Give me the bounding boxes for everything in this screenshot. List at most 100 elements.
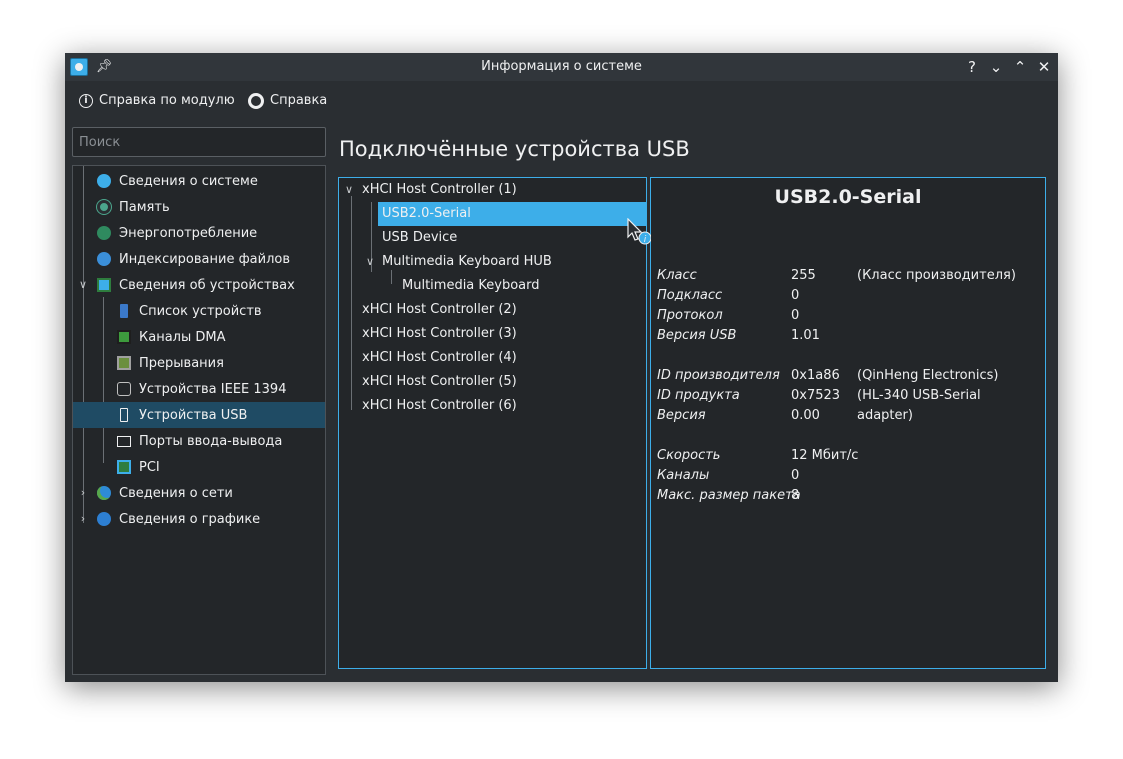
sidebar-item-label: Сведения об устройствах <box>119 277 295 293</box>
dma-icon <box>117 330 131 344</box>
sidebar-item-io-ports[interactable]: Порты ввода-вывода <box>73 428 325 454</box>
usb-icon <box>120 408 128 422</box>
detail-desc: (QinHeng Electronics) <box>857 368 999 383</box>
detail-row-class: Класс 255 (Класс производителя) <box>657 266 1037 286</box>
sidebar-item-file-indexing[interactable]: Индексирование файлов <box>73 246 325 272</box>
help-label: Справка <box>270 93 328 108</box>
sidebar-item-network[interactable]: Сведения о сети <box>73 480 325 506</box>
globe-icon <box>97 486 111 500</box>
detail-value: 12 Мбит/с <box>791 448 859 463</box>
sidebar-item-devices[interactable]: Сведения об устройствах <box>73 272 325 298</box>
pci-icon <box>117 460 131 474</box>
tree-item-keyboard-hub[interactable]: Multimedia Keyboard HUB <box>382 250 552 274</box>
detail-value: 255 <box>791 268 816 283</box>
lifebuoy-icon <box>248 93 264 109</box>
memory-icon <box>97 200 111 214</box>
search-field[interactable] <box>72 127 326 157</box>
sidebar-item-label: Память <box>119 199 170 215</box>
detail-value: 0 <box>791 308 800 323</box>
sidebar-item-label: PCI <box>139 459 160 475</box>
device-details: USB2.0-Serial Класс 255 (Класс производи… <box>650 177 1046 669</box>
detail-row-speed: Скорость 12 Мбит/с <box>657 446 1037 466</box>
sidebar-item-graphics[interactable]: Сведения о графике <box>73 506 325 532</box>
sidebar-item-label: Сведения о системе <box>119 173 258 189</box>
title-bar[interactable]: 📌︎ Информация о системе ? ⌄ ⌃ ✕ <box>65 53 1058 81</box>
detail-key: ID производителя <box>657 368 780 383</box>
sidebar-item-usb[interactable]: Устройства USB <box>73 402 325 428</box>
detail-row-channels: Каналы 0 <box>657 466 1037 486</box>
sidebar-item-label: Каналы DMA <box>139 329 226 345</box>
search-input[interactable] <box>73 128 325 156</box>
detail-value: 0x7523 <box>791 388 841 403</box>
sidebar-item-pci[interactable]: PCI <box>73 454 325 480</box>
chevron-down-icon[interactable]: ∨ <box>343 184 355 196</box>
usb-stick-icon <box>120 304 128 318</box>
usb-device-tree: ∨ xHCI Host Controller (1) USB2.0-Serial… <box>338 177 647 669</box>
tree-item-controller-5[interactable]: xHCI Host Controller (5) <box>362 370 517 394</box>
sidebar-item-device-list[interactable]: Список устройств <box>73 298 325 324</box>
detail-row-subclass: Подкласс 0 <box>657 286 1037 306</box>
detail-key: ID продукта <box>657 388 740 403</box>
detail-row-protocol: Протокол 0 <box>657 306 1037 326</box>
sidebar-item-memory[interactable]: Память <box>73 194 325 220</box>
detail-row-max-packet: Макс. размер пакета 8 <box>657 486 1037 506</box>
detail-row-vendor-id: ID производителя 0x1a86 (QinHeng Electro… <box>657 366 1037 386</box>
sidebar-item-interrupts[interactable]: Прерывания <box>73 350 325 376</box>
tree-guide <box>351 196 352 410</box>
detail-key: Версия <box>657 408 706 423</box>
sidebar-item-label: Список устройств <box>139 303 262 319</box>
module-help-label: Справка по модулю <box>99 93 235 108</box>
detail-value: 0 <box>791 288 800 303</box>
detail-key: Подкласс <box>657 288 723 303</box>
help-button[interactable]: Справка <box>248 91 327 111</box>
window-title: Информация о системе <box>481 59 642 74</box>
sidebar-item-label: Сведения о графике <box>119 511 261 527</box>
detail-key: Версия USB <box>657 328 737 343</box>
tree-item-usb-device[interactable]: USB Device <box>382 226 457 250</box>
toolbar: i Справка по модулю Справка <box>65 81 1058 121</box>
detail-row-product-id: ID продукта 0x7523 (HL-340 USB-Serial ad… <box>657 386 1037 423</box>
system-info-window: 📌︎ Информация о системе ? ⌄ ⌃ ✕ i Справк… <box>65 53 1058 682</box>
info-icon <box>97 174 111 188</box>
sidebar-item-label: Устройства IEEE 1394 <box>139 381 287 397</box>
sidebar-item-label: Устройства USB <box>139 407 248 423</box>
sidebar-item-system[interactable]: Сведения о системе <box>73 168 325 194</box>
sidebar-item-ieee1394[interactable]: Устройства IEEE 1394 <box>73 376 325 402</box>
detail-value: 0.00 <box>791 408 820 423</box>
device-title: USB2.0-Serial <box>774 186 922 208</box>
help-window-button[interactable]: ? <box>962 57 982 77</box>
sidebar-item-label: Сведения о сети <box>119 485 233 501</box>
detail-key: Класс <box>657 268 697 283</box>
tree-item-usb2-serial[interactable]: USB2.0-Serial <box>378 202 647 226</box>
file-index-icon <box>97 252 111 266</box>
tree-item-controller-3[interactable]: xHCI Host Controller (3) <box>362 322 517 346</box>
detail-key: Протокол <box>657 308 723 323</box>
maximize-button[interactable]: ⌃ <box>1010 57 1030 77</box>
devices-icon <box>97 278 111 292</box>
tree-item-multimedia-keyboard[interactable]: Multimedia Keyboard <box>402 274 540 298</box>
minimize-button[interactable]: ⌄ <box>986 57 1006 77</box>
tree-item-controller-6[interactable]: xHCI Host Controller (6) <box>362 394 517 418</box>
detail-value: 0 <box>791 468 800 483</box>
graphics-icon <box>97 512 111 526</box>
sidebar-item-label: Энергопотребление <box>119 225 258 241</box>
detail-value: 8 <box>791 488 800 503</box>
interrupts-icon <box>117 356 131 370</box>
detail-key: Макс. размер пакета <box>657 488 801 503</box>
detail-value: 0x1a86 <box>791 368 840 383</box>
mouse-cursor-icon: i <box>627 218 651 245</box>
tree-item-controller-4[interactable]: xHCI Host Controller (4) <box>362 346 517 370</box>
chevron-down-icon[interactable]: ∨ <box>364 256 376 268</box>
tree-item-controller-2[interactable]: xHCI Host Controller (2) <box>362 298 517 322</box>
detail-key: Каналы <box>657 468 710 483</box>
detail-desc: (Класс производителя) <box>857 268 1016 283</box>
tree-item-controller-1[interactable]: xHCI Host Controller (1) <box>362 178 517 202</box>
power-icon <box>97 226 111 240</box>
sidebar-item-dma[interactable]: Каналы DMA <box>73 324 325 350</box>
module-help-button[interactable]: i Справка по модулю <box>79 91 235 111</box>
sidebar-item-label: Индексирование файлов <box>119 251 291 267</box>
close-button[interactable]: ✕ <box>1034 57 1054 77</box>
sidebar-item-power[interactable]: Энергопотребление <box>73 220 325 246</box>
detail-key: Скорость <box>657 448 721 463</box>
page-title: Подключённые устройства USB <box>339 137 690 161</box>
